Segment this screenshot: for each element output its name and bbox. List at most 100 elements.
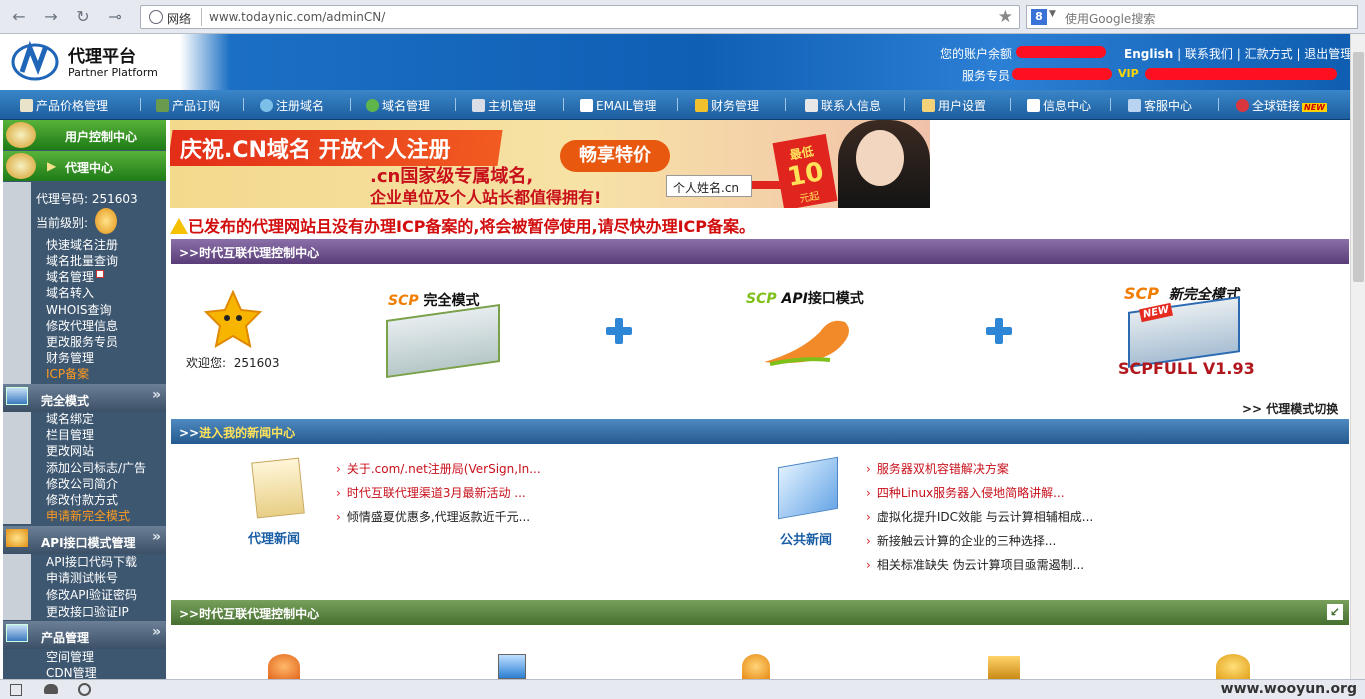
reload-icon[interactable]: ↻ xyxy=(72,6,94,28)
link-english[interactable]: English xyxy=(1124,47,1173,61)
sidebar-link-domain-binding[interactable]: 域名绑定 xyxy=(46,410,94,427)
sidebar-section-product[interactable]: 产品管理 » xyxy=(3,621,166,649)
nav-email-management[interactable]: EMAIL管理 xyxy=(580,97,656,114)
search-placeholder[interactable]: 使用Google搜索 xyxy=(1065,10,1155,27)
promo-banner[interactable]: 庆祝.CN域名 开放个人注册 畅享特价 .cn国家级专属域名, 企业单位及个人站… xyxy=(170,120,930,208)
price-icon xyxy=(20,99,33,112)
sidebar-link-icp[interactable]: ICP备案 xyxy=(46,365,89,382)
agent-news-item[interactable]: › 倾情盛夏优惠多,代理返款近千元... xyxy=(336,508,530,525)
sidebar-link-domain-transfer[interactable]: 域名转入 xyxy=(46,284,94,301)
sidebar-link-apply-new-mode[interactable]: 申请新完全模式 xyxy=(46,507,130,524)
vertical-scrollbar[interactable] xyxy=(1350,34,1365,679)
collapse-arrow-icon[interactable]: ↙ xyxy=(1327,604,1343,620)
sidebar-agent-center[interactable]: ▶ 代理中心 xyxy=(3,151,166,181)
api-mode-image[interactable] xyxy=(760,312,856,370)
logo-subtitle: Partner Platform xyxy=(68,66,158,79)
browser-toolbar: ← → ↻ ⊸ 网络 www.todaynic.com/adminCN/ ★ 8… xyxy=(0,0,1365,34)
nav-customer-service[interactable]: 客服中心 xyxy=(1128,97,1192,114)
sidebar-link-domain-management[interactable]: 域名管理 xyxy=(46,268,105,285)
public-news-item[interactable]: › 相关标准缺失 伪云计算项目亟需遏制... xyxy=(866,556,1084,573)
url-text[interactable]: www.todaynic.com/adminCN/ xyxy=(209,10,385,24)
forward-icon[interactable]: → xyxy=(40,6,62,28)
sidebar-section-api-mode[interactable]: API接口模式管理 » xyxy=(3,526,166,554)
coins-icon[interactable] xyxy=(988,656,1020,679)
public-news-item[interactable]: › 新接触云计算的企业的三种选择... xyxy=(866,532,1056,549)
sidebar-link-batch-query[interactable]: 域名批量查询 xyxy=(46,252,118,269)
key-icon[interactable]: ⊸ xyxy=(104,6,126,28)
nav-global-links[interactable]: 全球链接 NEW xyxy=(1236,97,1327,114)
money-icon[interactable] xyxy=(742,654,770,679)
sidebar-link-company-intro[interactable]: 修改公司简介 xyxy=(46,475,118,492)
sidebar-link-api-ip[interactable]: 更改接口验证IP xyxy=(46,603,129,620)
globe-icon xyxy=(260,99,273,112)
address-bar[interactable]: 网络 www.todaynic.com/adminCN/ ★ xyxy=(140,5,1020,29)
cloud-icon[interactable] xyxy=(44,684,58,694)
link-payment[interactable]: 汇款方式 xyxy=(1245,47,1293,61)
plus-icon xyxy=(986,318,1012,344)
security-label: 网络 xyxy=(167,12,192,26)
agent-news-item[interactable]: › 关于.com/.net注册局(VerSign,In... xyxy=(336,460,541,477)
full-mode-image[interactable] xyxy=(386,303,500,379)
dropdown-arrow-icon[interactable]: ▼ xyxy=(1049,9,1056,19)
monitor-icon[interactable] xyxy=(498,654,526,679)
agent-news-label[interactable]: 代理新闻 xyxy=(248,528,300,547)
sidebar-link-payment-method[interactable]: 修改付款方式 xyxy=(46,491,118,508)
double-chevron-icon[interactable]: » xyxy=(152,529,161,545)
agent-news-item[interactable]: › 时代互联代理渠道3月最新活动 ... xyxy=(336,484,526,501)
banner-tag: 畅享特价 xyxy=(560,140,670,172)
global-icon xyxy=(1236,99,1249,112)
sidebar-user-center[interactable]: 用户控制中心 xyxy=(3,120,166,150)
sidebar-link-edit-agent[interactable]: 修改代理信息 xyxy=(46,317,118,334)
double-chevron-icon[interactable]: » xyxy=(152,624,161,640)
nav-price-management[interactable]: 产品价格管理 xyxy=(20,97,108,114)
expand-icon[interactable] xyxy=(96,270,105,278)
sidebar-link-test-account[interactable]: 申请测试帐号 xyxy=(46,569,118,586)
redaction xyxy=(1012,68,1112,80)
product-icon[interactable] xyxy=(268,654,300,679)
nav-info-center[interactable]: 信息中心 xyxy=(1027,97,1091,114)
google-icon[interactable]: 8 xyxy=(1031,9,1047,25)
sidebar-link-column-management[interactable]: 栏目管理 xyxy=(46,426,94,443)
double-chevron-icon[interactable]: » xyxy=(152,387,161,403)
sidebar-link-change-site[interactable]: 更改网站 xyxy=(46,442,94,459)
sidebar-link-api-download[interactable]: API接口代码下载 xyxy=(46,553,137,570)
panel-icon[interactable] xyxy=(10,684,22,696)
document-icon xyxy=(1027,99,1040,112)
sidebar-link-api-password[interactable]: 修改API验证密码 xyxy=(46,586,137,603)
user-settings-icon xyxy=(922,99,935,112)
mode-api-title[interactable]: SCP API接口模式 xyxy=(746,288,864,308)
bookmark-star-icon[interactable]: ★ xyxy=(998,7,1013,27)
nav-user-settings[interactable]: 用户设置 xyxy=(922,97,986,114)
mode-full-title[interactable]: SCP 完全模式 xyxy=(388,290,480,310)
monitor-icon xyxy=(6,624,28,642)
nav-order[interactable]: 产品订购 xyxy=(156,97,220,114)
public-news-item[interactable]: › 四种Linux服务器入侵地简略讲解... xyxy=(866,484,1065,501)
sidebar-link-quick-register[interactable]: 快速域名注册 xyxy=(46,236,118,253)
sidebar-section-full-mode[interactable]: 完全模式 » xyxy=(3,384,166,412)
public-news-item[interactable]: › 服务器双机容错解决方案 xyxy=(866,460,1009,477)
scrollbar-thumb[interactable] xyxy=(1353,52,1364,282)
public-news-label[interactable]: 公共新闻 xyxy=(780,529,832,548)
sidebar-link-add-logo[interactable]: 添加公司标志/广告 xyxy=(46,459,146,476)
public-news-icon xyxy=(778,456,838,520)
back-icon[interactable]: ← xyxy=(8,6,30,28)
nav-host-management[interactable]: 主机管理 xyxy=(472,97,536,114)
arrow-icon xyxy=(752,181,782,189)
sidebar-link-space[interactable]: 空间管理 xyxy=(46,648,94,665)
sidebar-link-whois[interactable]: WHOIS查询 xyxy=(46,301,112,318)
link-logout[interactable]: 退出管理 xyxy=(1304,47,1352,61)
gauge-icon[interactable] xyxy=(78,683,91,696)
link-contact[interactable]: 联系我们 xyxy=(1185,47,1233,61)
mode-switch-link[interactable]: >> 代理模式切换 xyxy=(1242,400,1338,417)
search-box[interactable]: 8 ▼ 使用Google搜索 xyxy=(1026,5,1358,29)
coins-icon[interactable] xyxy=(1216,654,1250,679)
nav-contacts[interactable]: 联系人信息 xyxy=(805,97,881,114)
sidebar-link-change-service[interactable]: 更改服务专员 xyxy=(46,333,118,350)
nav-finance[interactable]: 财务管理 xyxy=(695,97,759,114)
nav-register-domain[interactable]: 注册域名 xyxy=(260,97,324,114)
nav-domain-management[interactable]: 域名管理 xyxy=(366,97,430,114)
sidebar-link-finance[interactable]: 财务管理 xyxy=(46,349,94,366)
news-center-bar[interactable]: >>进入我的新闻中心 xyxy=(171,419,1349,444)
public-news-item[interactable]: › 虚拟化提升IDC效能 与云计算相辅相成... xyxy=(866,508,1093,525)
new-full-mode-image[interactable] xyxy=(1128,296,1240,368)
